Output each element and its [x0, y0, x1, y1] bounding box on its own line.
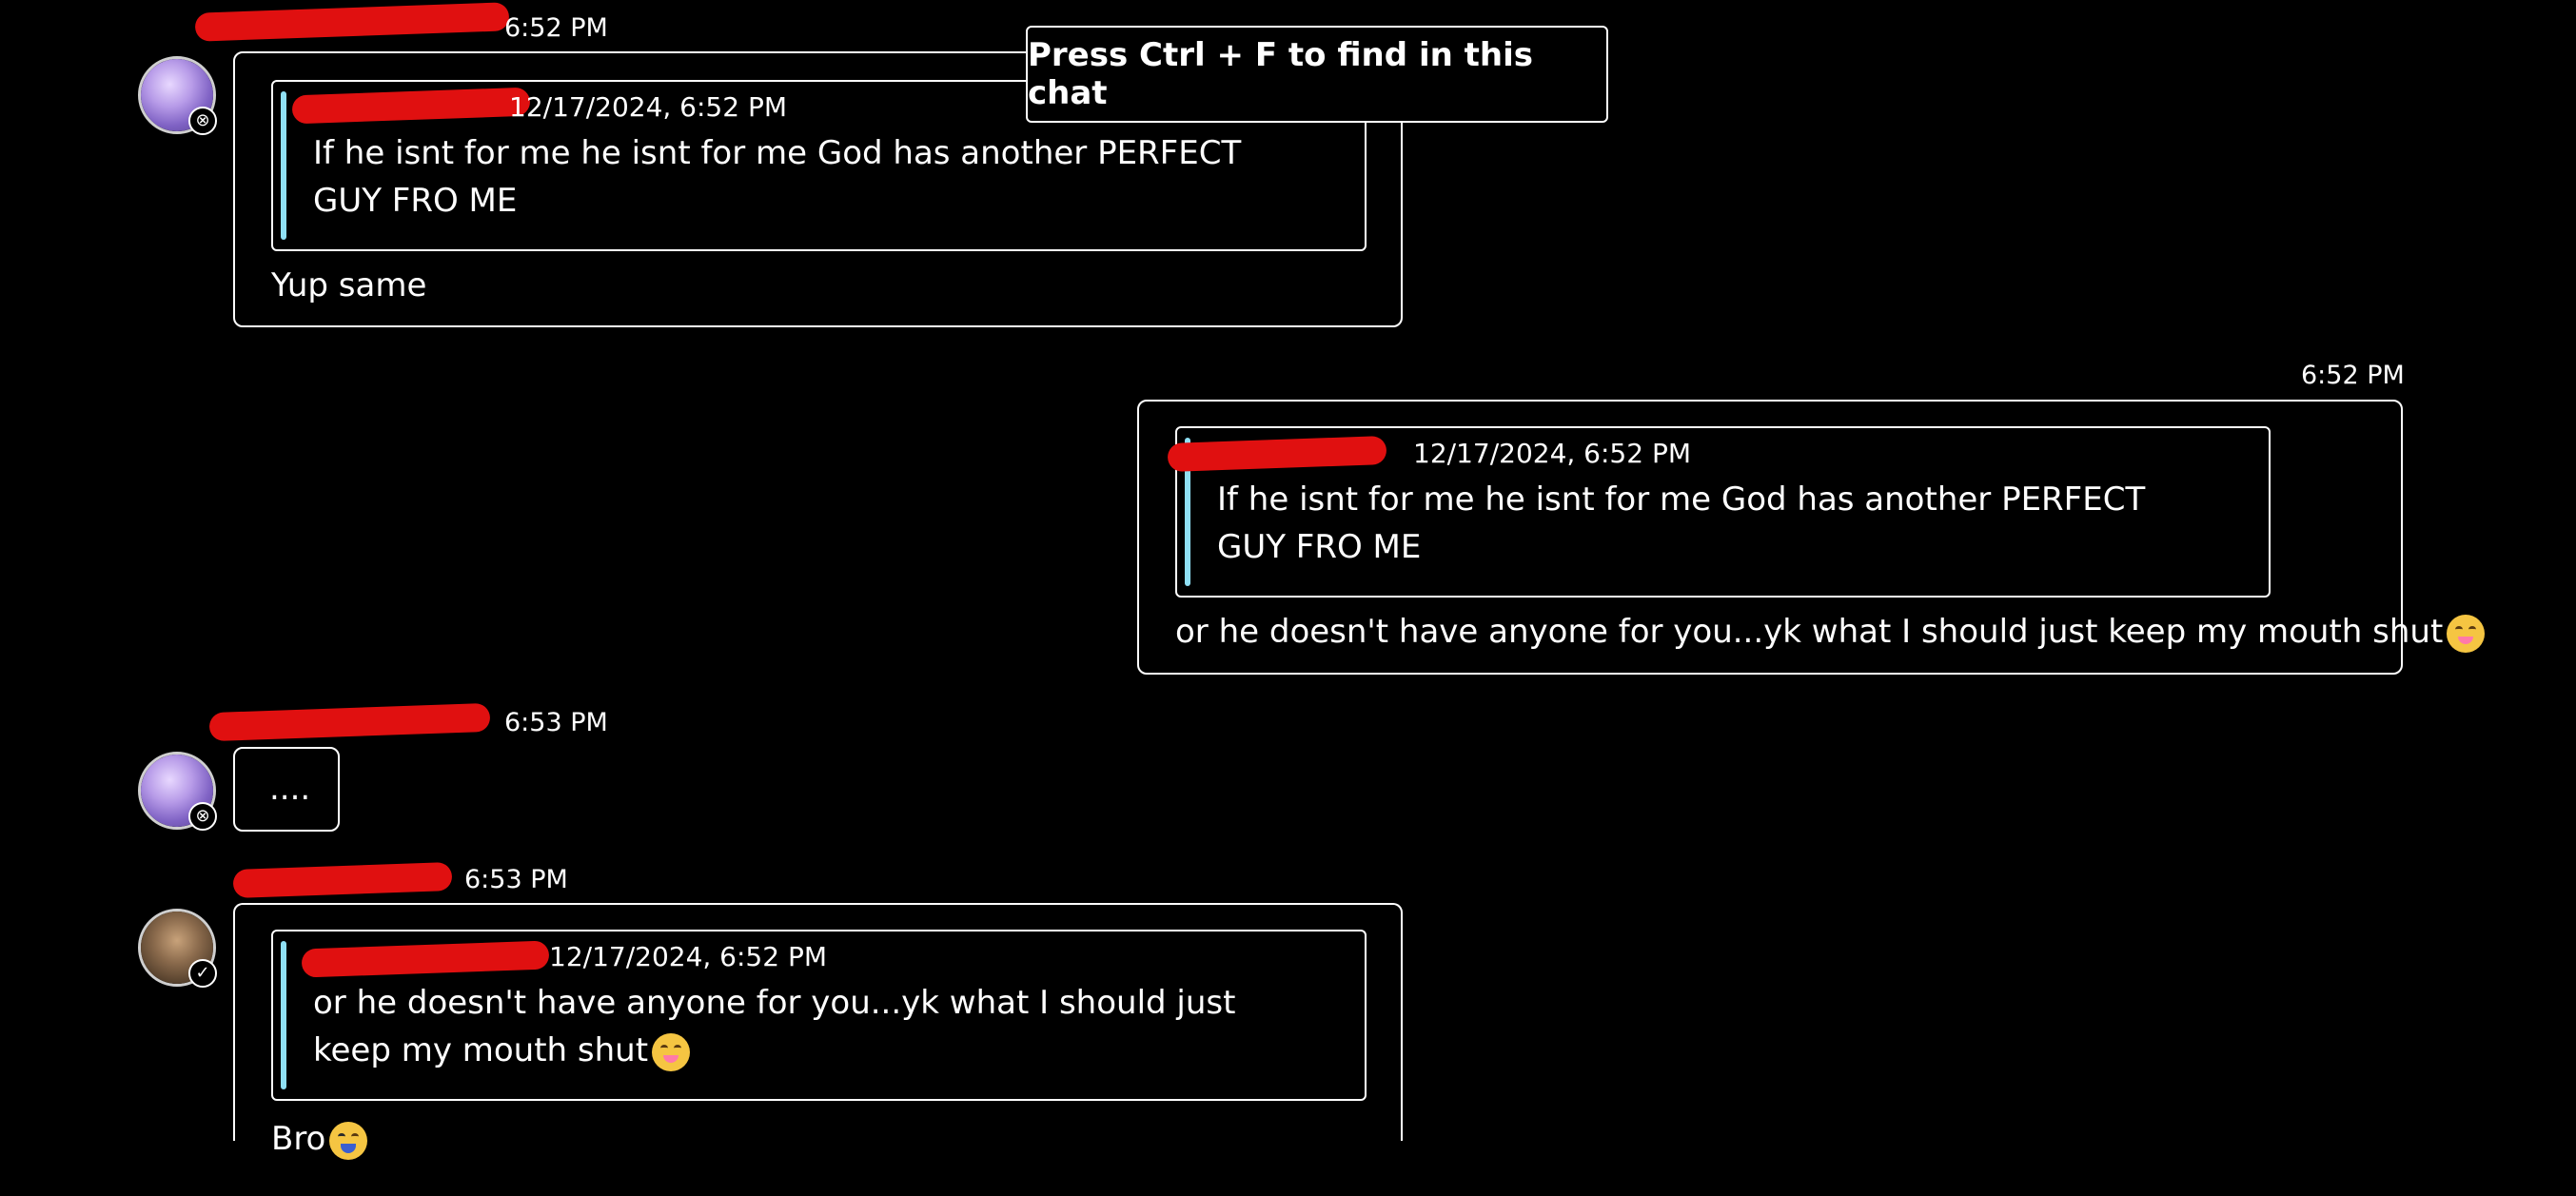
message-timestamp: 6:52 PM: [2301, 361, 2405, 390]
redacted-sender-name: [194, 2, 510, 42]
circle-check-icon: ✓: [188, 959, 217, 988]
message-timestamp: 6:52 PM: [504, 13, 608, 43]
circle-x-icon: ⊗: [188, 107, 217, 135]
message-bubble[interactable]: 12/17/2024, 6:52 PM or he doesn't have a…: [233, 903, 1403, 1160]
redacted-quote-author: [301, 940, 550, 978]
message-bubble[interactable]: ....: [233, 747, 340, 832]
redacted-quote-author: [291, 87, 531, 125]
quote-text: If he isnt for me he isnt for me God has…: [313, 134, 1242, 220]
message-text: or he doesn't have anyone for you...yk w…: [1175, 613, 2444, 651]
quote-text-row: or he doesn't have anyone for you...yk w…: [313, 979, 1308, 1074]
redacted-sender-name: [232, 861, 453, 899]
zipper-mouth-face-emoji: [2447, 614, 2486, 653]
quote-text: or he doesn't have anyone for you...yk w…: [313, 984, 1236, 1069]
redacted-sender-name: [208, 702, 491, 742]
quote-accent-bar: [281, 941, 286, 1089]
find-in-chat-tooltip: Press Ctrl + F to find in this chat: [1026, 26, 1608, 123]
quoted-message[interactable]: 12/17/2024, 6:52 PM If he isnt for me he…: [1167, 426, 2271, 598]
message-text: ....: [269, 770, 311, 808]
message-text-row: Bro: [271, 1120, 368, 1160]
redacted-quote-author: [1167, 435, 1387, 473]
avatar[interactable]: ⊗: [138, 752, 217, 831]
message-text-row: or he doesn't have anyone for you...yk w…: [1175, 613, 2486, 653]
zipper-mouth-face-emoji: [652, 1032, 691, 1071]
quote-text: If he isnt for me he isnt for me God has…: [1217, 480, 2146, 566]
quoted-message[interactable]: 12/17/2024, 6:52 PM or he doesn't have a…: [271, 930, 1367, 1101]
quote-accent-bar: [281, 91, 286, 240]
avatar[interactable]: ⊗: [138, 56, 217, 135]
message-text: Yup same: [271, 266, 427, 304]
message-timestamp: 6:53 PM: [504, 708, 608, 737]
quote-timestamp: 12/17/2024, 6:52 PM: [549, 941, 828, 972]
circle-x-icon: ⊗: [188, 802, 217, 831]
message-timestamp: 6:53 PM: [464, 865, 568, 894]
loudly-crying-face-emoji: [329, 1121, 368, 1160]
quote-timestamp: 12/17/2024, 6:52 PM: [1413, 438, 1692, 469]
quote-timestamp: 12/17/2024, 6:52 PM: [509, 91, 788, 123]
message-bubble[interactable]: 12/17/2024, 6:52 PM If he isnt for me he…: [1137, 400, 2486, 675]
message-text: Bro: [271, 1120, 326, 1158]
avatar[interactable]: ✓: [138, 909, 217, 988]
